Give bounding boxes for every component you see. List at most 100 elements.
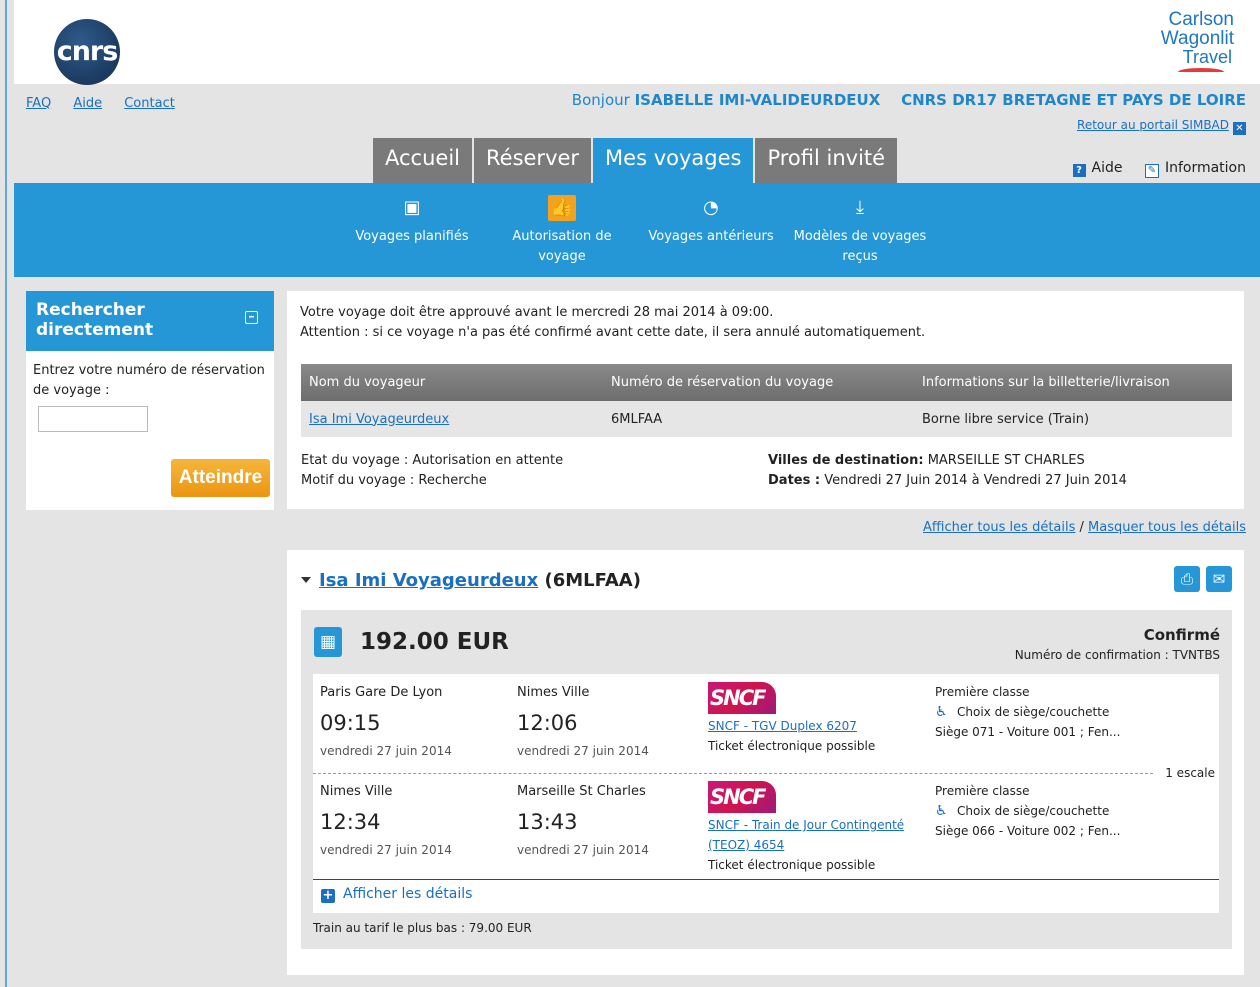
- cwt-logo-line2: Wagonlit: [1160, 28, 1234, 49]
- subnav-voyages-anterieurs[interactable]: ◔ Voyages antérieurs: [636, 195, 786, 247]
- information-item[interactable]: ✎ Information: [1144, 160, 1246, 178]
- approval-warning: Attention : si ce voyage n'a pas été con…: [300, 325, 926, 340]
- help-label: Aide: [1091, 160, 1123, 176]
- trip-actions: ⎙ ✉: [1174, 566, 1232, 592]
- state-value: Autorisation en attente: [412, 453, 564, 468]
- download-icon: ⤓: [856, 197, 864, 218]
- plus-icon: +: [321, 888, 335, 903]
- details-toggle-links: Afficher tous les détails / Masquer tous…: [923, 520, 1246, 535]
- collapse-arrow-icon[interactable]: [301, 577, 311, 583]
- show-all-details-link[interactable]: Afficher tous les détails: [923, 520, 1075, 535]
- state-label: Etat du voyage :: [301, 453, 409, 468]
- trip-traveler-link[interactable]: Isa Imi Voyageurdeux: [319, 570, 538, 591]
- subnav-voyages-planifies[interactable]: ▣ Voyages planifiés: [337, 195, 487, 247]
- cwt-logo: Carlson Wagonlit Travel: [1124, 10, 1234, 78]
- departure-date: vendredi 27 juin 2014: [320, 744, 452, 758]
- search-panel-title: Rechercher directement: [36, 300, 154, 340]
- subnav-autorisation[interactable]: 👍 Autorisation de voyage: [487, 195, 637, 267]
- approval-message: Votre voyage doit être approuvé avant le…: [300, 303, 925, 343]
- details-separator: /: [1079, 520, 1084, 535]
- collapse-icon[interactable]: –: [245, 310, 258, 324]
- question-icon: ?: [1072, 164, 1086, 177]
- booking-status: Confirmé: [1143, 626, 1220, 644]
- help-link[interactable]: Aide: [73, 96, 102, 111]
- user-greeting: Bonjour ISABELLE IMI-VALIDEURDEUX CNRS D…: [572, 91, 1246, 109]
- trip-panel: Isa Imi Voyageurdeux (6MLFAA) ⎙ ✉ ▦ 192.…: [287, 550, 1244, 975]
- arrival: Nimes Ville 12:06 vendredi 27 juin 2014: [517, 684, 649, 760]
- approval-info-panel: Votre voyage doit être approuvé avant le…: [287, 291, 1244, 509]
- class-info: Première classe ♿ Choix de siège/couchett…: [935, 781, 1120, 841]
- history-icon: ◔: [703, 197, 719, 218]
- tab-accueil[interactable]: Accueil: [373, 138, 474, 183]
- trip-state: Etat du voyage : Autorisation en attente…: [301, 451, 563, 491]
- cnrs-logo[interactable]: cnrs: [54, 19, 120, 85]
- close-icon[interactable]: ✕: [1233, 122, 1246, 135]
- subnav-label: Voyages planifiés: [355, 229, 469, 244]
- main-tabs: Accueil Réserver Mes voyages Profil invi…: [373, 138, 900, 183]
- back-to-portal-link[interactable]: Retour au portail SIMBAD: [1077, 118, 1229, 132]
- reservation-number-input[interactable]: [38, 406, 148, 432]
- seat-icon: ♿: [935, 704, 948, 720]
- subnav-label: Voyages antérieurs: [648, 229, 774, 244]
- show-details-label: Afficher les détails: [343, 886, 473, 902]
- greeting-prefix: Bonjour: [571, 91, 630, 109]
- price-row: ▦ 192.00 EUR: [314, 627, 509, 657]
- travel-class: Première classe: [935, 685, 1030, 699]
- traveler-table: Nom du voyageur Numéro de réservation du…: [301, 364, 1232, 437]
- lowest-fare: Train au tarif le plus bas : 79.00 EUR: [313, 921, 532, 935]
- departure-time: 12:34: [320, 810, 381, 834]
- carrier-info: SNCF SNCF - Train de Jour Contingenté (T…: [708, 781, 928, 875]
- column-header: Informations sur la billetterie/livraiso…: [922, 375, 1170, 390]
- print-icon[interactable]: ⎙: [1174, 566, 1200, 592]
- destination-value: MARSEILLE ST CHARLES: [927, 453, 1085, 468]
- segment: Nimes Ville 12:34 vendredi 27 juin 2014 …: [313, 773, 1219, 872]
- thumbs-up-icon: 👍: [548, 195, 576, 221]
- trip-reference: (6MLFAA): [544, 570, 641, 591]
- hide-all-details-link[interactable]: Masquer tous les détails: [1088, 520, 1246, 535]
- dates-value: Vendredi 27 Juin 2014 à Vendredi 27 Juin…: [824, 473, 1127, 488]
- column-header: Nom du voyageur: [309, 375, 426, 390]
- arrival-date: vendredi 27 juin 2014: [517, 843, 649, 857]
- sncf-logo: SNCF: [708, 781, 776, 813]
- departure-time: 09:15: [320, 711, 381, 735]
- email-icon[interactable]: ✉: [1206, 566, 1232, 592]
- arrival-station: Nimes Ville: [517, 685, 590, 700]
- user-name: ISABELLE IMI-VALIDEURDEUX: [634, 91, 881, 109]
- train-link[interactable]: SNCF - Train de Jour Contingenté (TEOZ) …: [708, 818, 904, 852]
- faq-link[interactable]: FAQ: [26, 96, 51, 111]
- cwt-logo-line1: Carlson: [1168, 9, 1234, 30]
- ticket-info: Ticket électronique possible: [708, 858, 876, 872]
- train-link[interactable]: SNCF - TGV Duplex 6207: [708, 719, 857, 733]
- trip-title: Isa Imi Voyageurdeux (6MLFAA): [301, 570, 641, 591]
- departure-date: vendredi 27 juin 2014: [320, 843, 452, 857]
- traveler-name-link[interactable]: Isa Imi Voyageurdeux: [309, 412, 449, 427]
- train-icon: ▦: [314, 627, 342, 657]
- subnav-label: Autorisation de voyage: [512, 229, 612, 264]
- arrival-station: Marseille St Charles: [517, 784, 646, 799]
- arrival-time: 12:06: [517, 711, 578, 735]
- calendar-icon: ▣: [403, 197, 421, 218]
- back-to-portal: Retour au portail SIMBAD ✕: [1077, 118, 1246, 135]
- trip-destination: Villes de destination: MARSEILLE ST CHAR…: [768, 451, 1127, 491]
- subnav-label: Modèles de voyages reçus: [793, 229, 927, 264]
- show-details-button[interactable]: + Afficher les détails: [321, 886, 472, 903]
- atteindre-button[interactable]: Atteindre: [171, 459, 270, 497]
- carrier-info: SNCF SNCF - TGV Duplex 6207 Ticket élect…: [708, 682, 928, 756]
- tab-reserver[interactable]: Réserver: [474, 138, 594, 183]
- table-row: Isa Imi Voyageurdeux 6MLFAA Borne libre …: [301, 401, 1232, 437]
- cwt-logo-line3: Travel: [1182, 47, 1232, 67]
- reason-label: Motif du voyage :: [301, 473, 415, 488]
- confirmation-number: Numéro de confirmation : TVNTBS: [1014, 648, 1220, 662]
- arrival-time: 13:43: [517, 810, 578, 834]
- tab-mes-voyages[interactable]: Mes voyages: [593, 138, 756, 183]
- header: cnrs Carlson Wagonlit Travel FAQ Aide Co…: [14, 0, 1260, 183]
- tab-profil-invite[interactable]: Profil invité: [755, 138, 900, 183]
- help-item[interactable]: ? Aide: [1072, 160, 1123, 177]
- subnav-modeles[interactable]: ⤓ Modèles de voyages reçus: [785, 195, 935, 267]
- contact-link[interactable]: Contact: [124, 96, 175, 111]
- top-links: FAQ Aide Contact: [26, 96, 193, 111]
- header-banner: cnrs Carlson Wagonlit Travel: [14, 0, 1260, 85]
- departure-station: Nimes Ville: [320, 784, 393, 799]
- destination-label: Villes de destination:: [768, 453, 924, 468]
- cwt-swoosh-icon: [1178, 68, 1224, 76]
